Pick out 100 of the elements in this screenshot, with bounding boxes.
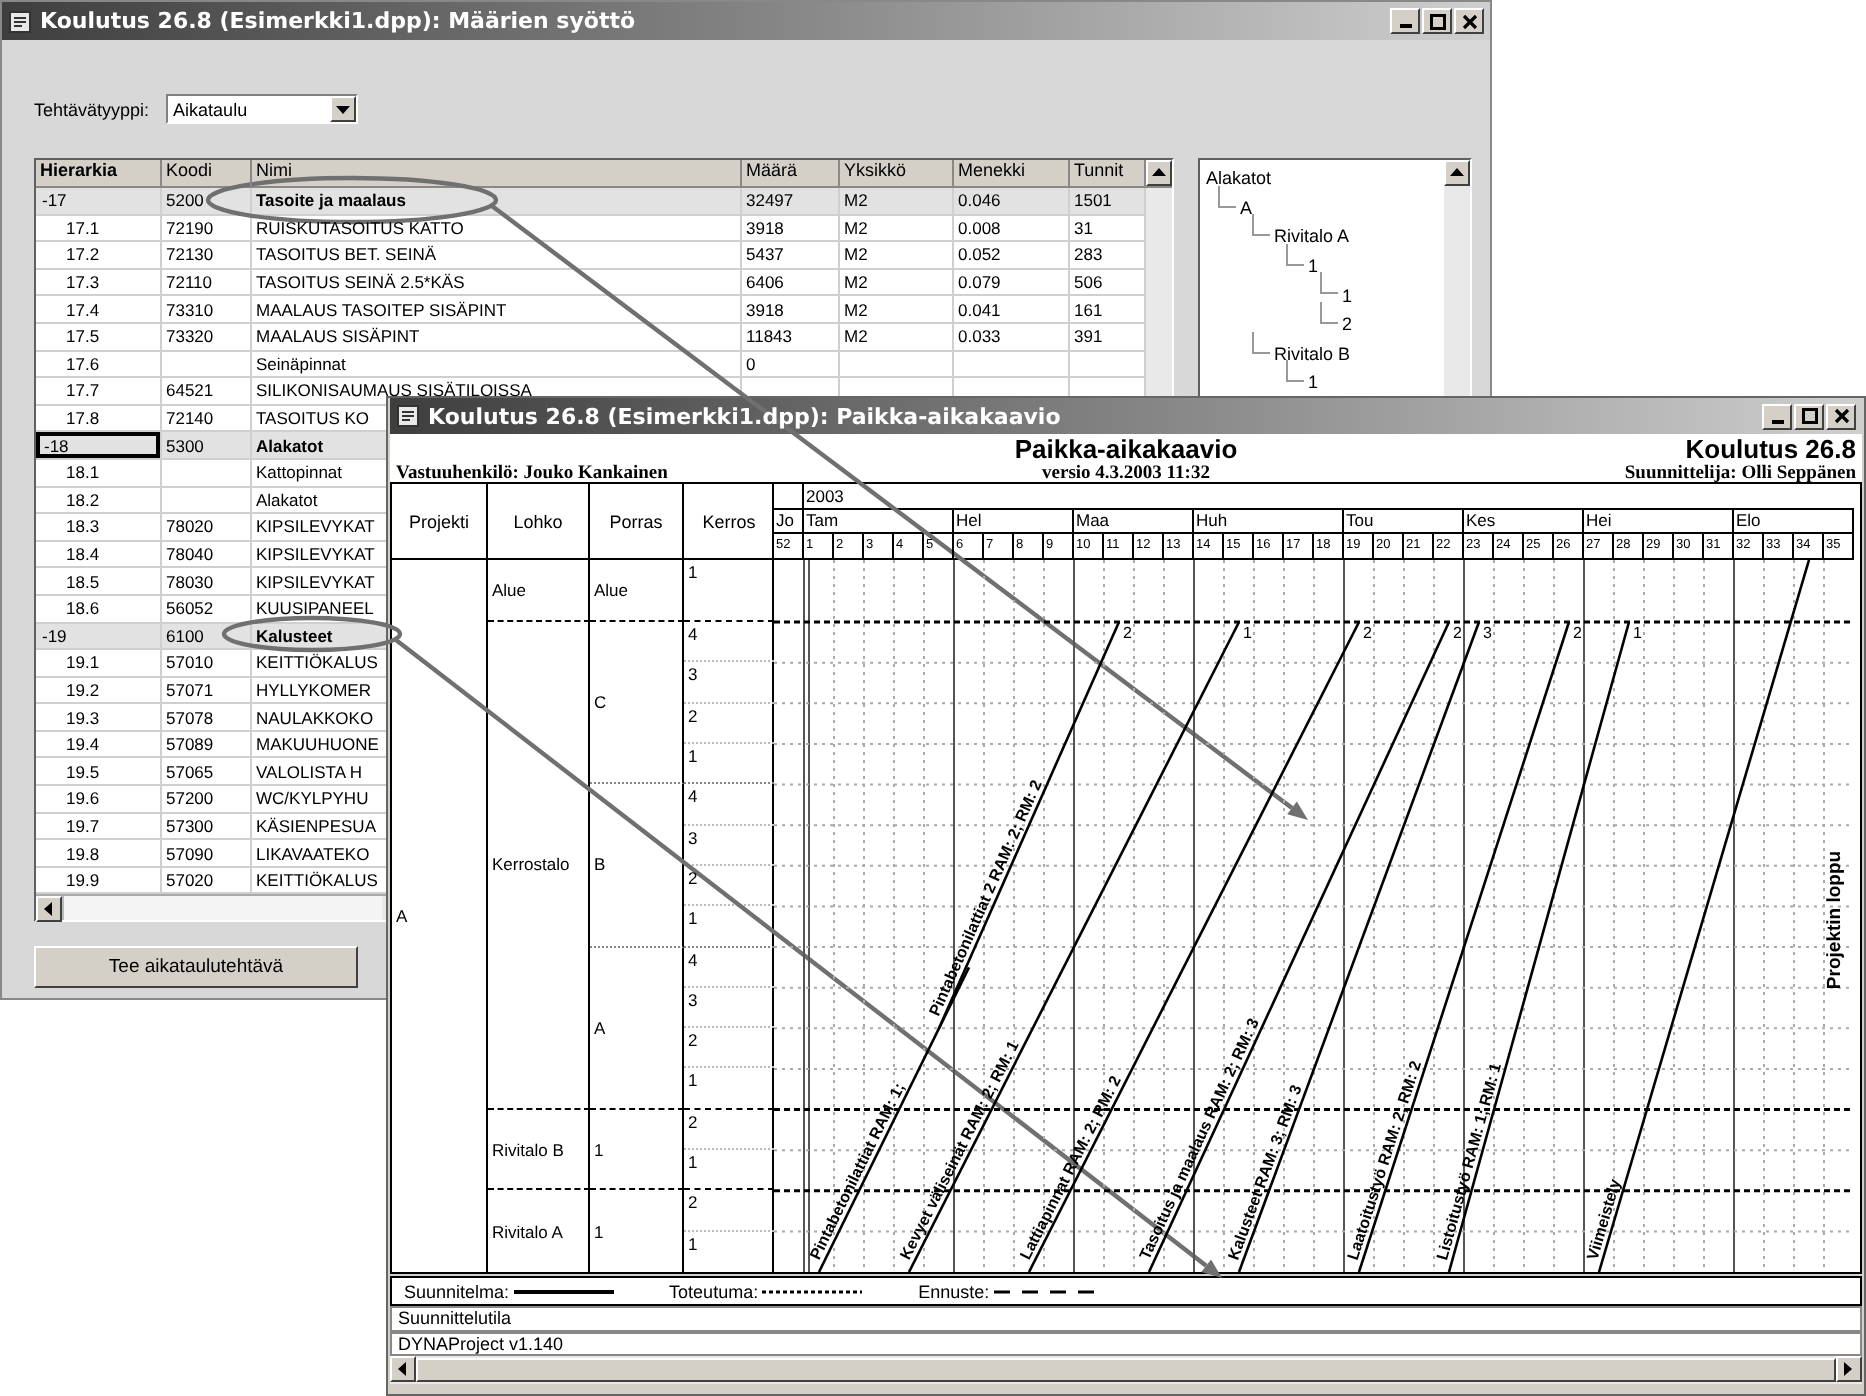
year-header: 2003: [804, 484, 846, 507]
stage-label: 1: [594, 1221, 604, 1242]
table-cell[interactable]: 17.1: [36, 215, 160, 241]
table-cell: 78020: [166, 516, 214, 537]
floor-label: 4: [688, 786, 698, 807]
field-label: Tehtävätyyppi:: [34, 99, 150, 119]
column-header[interactable]: Hierarkia: [36, 160, 162, 186]
table-cell[interactable]: 18.4: [36, 541, 160, 567]
table-cell[interactable]: 19.4: [36, 731, 160, 757]
table-cell: 78030: [166, 571, 214, 592]
stage-label: C: [594, 692, 607, 713]
task-type-dropdown[interactable]: Aikataulu: [165, 94, 358, 124]
chart-heading: Paikka-aikakaavio: [1014, 434, 1238, 464]
column-header: Projekti: [408, 511, 469, 531]
table-cell[interactable]: 17.6: [36, 351, 160, 377]
table-cell[interactable]: 19.7: [36, 813, 160, 839]
table-cell: 72110: [166, 272, 213, 293]
table-cell: 0.008: [958, 217, 1001, 238]
table-cell[interactable]: -19: [36, 623, 160, 649]
table-cell[interactable]: 17.3: [36, 269, 160, 295]
table-cell: 73310: [166, 299, 214, 320]
table-cell[interactable]: 19.5: [36, 758, 160, 785]
table-cell: 5437: [746, 244, 784, 265]
end-marker-label: Projektin loppu: [1824, 849, 1846, 989]
table-cell[interactable]: 17.4: [36, 296, 160, 322]
column-header[interactable]: Yksikkö: [840, 160, 954, 186]
table-cell: Kattopinnat: [256, 462, 343, 483]
version-text: DYNAProject v1.140: [398, 1333, 564, 1354]
tree-item[interactable]: Alakatot: [1206, 168, 1272, 189]
table-cell[interactable]: 17.5: [36, 323, 160, 350]
table-cell: WC/KYLPYHU: [256, 788, 369, 809]
table-cell[interactable]: 18.5: [36, 568, 160, 594]
table-cell: 0.033: [958, 326, 1001, 347]
table-cell: 391: [1074, 326, 1103, 347]
tree-item[interactable]: 1: [1308, 372, 1319, 393]
stage-label: Alue: [594, 580, 629, 600]
tree-item[interactable]: 1: [1308, 256, 1319, 277]
line-end-label: 1: [1243, 623, 1252, 641]
table-cell[interactable]: 19.9: [36, 867, 160, 893]
table-cell: NAULAKKOKO: [256, 707, 374, 728]
table-cell: Tasoite ja maalaus: [256, 190, 406, 211]
table-cell: MAKUUHUONE: [256, 734, 379, 755]
floor-label: 2: [688, 705, 698, 726]
table-cell: 56052: [166, 598, 214, 619]
table-cell: 78040: [166, 544, 214, 565]
table-cell[interactable]: 18.3: [36, 514, 160, 540]
column-header[interactable]: Menekki: [954, 160, 1070, 186]
table-cell: 3918: [746, 217, 784, 238]
tree-item[interactable]: 2: [1342, 314, 1353, 335]
owner-label: Vastuuhenkilö: Jouko Kankainen: [396, 464, 668, 484]
table-cell: SILIKONISAUMAUS SISÄTILOISSA: [256, 380, 532, 401]
block-label: Alue: [492, 580, 527, 600]
table-cell[interactable]: 19.3: [36, 704, 160, 730]
table-cell[interactable]: 19.2: [36, 677, 160, 703]
table-cell: KIPSILEVYKAT: [256, 571, 375, 592]
floor-label: 3: [688, 827, 698, 848]
table-cell: Kalusteet: [256, 625, 333, 646]
tree-item[interactable]: Rivitalo A: [1274, 226, 1350, 247]
table-cell[interactable]: 18.2: [36, 487, 160, 513]
table-cell: MAALAUS SISÄPINT: [256, 326, 420, 347]
table-cell[interactable]: -17: [36, 188, 160, 214]
table-cell: 506: [1074, 272, 1103, 293]
floor-label: 2: [688, 867, 698, 888]
table-cell: 57010: [166, 652, 214, 673]
floor-label: 2: [688, 1192, 698, 1213]
block-label: Rivitalo B: [492, 1139, 564, 1160]
table-cell[interactable]: 19.8: [36, 840, 160, 866]
table-cell: KÄSIENPESUA: [256, 815, 376, 836]
table-cell: 57078: [166, 707, 214, 728]
table-cell: KIPSILEVYKAT: [256, 544, 375, 565]
table-cell: 0.052: [958, 244, 1001, 265]
table-cell[interactable]: 19.1: [36, 650, 160, 676]
floor-label: 1: [688, 1233, 698, 1254]
table-cell[interactable]: 18.1: [36, 459, 160, 486]
window-title: Koulutus 26.8 (Esimerkki1.dpp): Paikka-aikakaavio: [428, 403, 1063, 429]
column-header[interactable]: Määrä: [742, 160, 840, 186]
tree-item[interactable]: Rivitalo B: [1274, 343, 1351, 364]
table-cell[interactable]: 18.6: [36, 595, 160, 621]
table-cell: 31: [1074, 217, 1093, 238]
stage-label: A: [594, 1017, 606, 1038]
column-header: Lohko: [513, 511, 563, 531]
table-cell[interactable]: 19.6: [36, 786, 160, 812]
block-label: Kerrostalo: [492, 854, 570, 875]
column-header[interactable]: Nimi: [252, 160, 742, 186]
tree-item[interactable]: A: [1240, 197, 1253, 218]
table-cell: 5300: [166, 435, 204, 456]
month-header: Hei: [1584, 509, 1734, 532]
table-cell: 0.041: [958, 299, 1001, 320]
table-cell[interactable]: 17.8: [36, 405, 160, 431]
table-cell[interactable]: 17.7: [36, 378, 160, 404]
schedule-task-button[interactable]: Tee aikataulutehtävä: [34, 946, 358, 989]
tree-item[interactable]: 1: [1342, 285, 1353, 306]
table-cell[interactable]: -18: [36, 432, 160, 458]
table-cell[interactable]: 17.2: [36, 242, 160, 268]
block-label: Rivitalo A: [492, 1221, 563, 1242]
floor-label: 3: [688, 989, 698, 1010]
table-cell: 283: [1074, 244, 1103, 265]
status-text: Suunnittelutila: [398, 1308, 512, 1329]
column-header[interactable]: Koodi: [162, 160, 252, 186]
table-cell: 57300: [166, 815, 214, 836]
